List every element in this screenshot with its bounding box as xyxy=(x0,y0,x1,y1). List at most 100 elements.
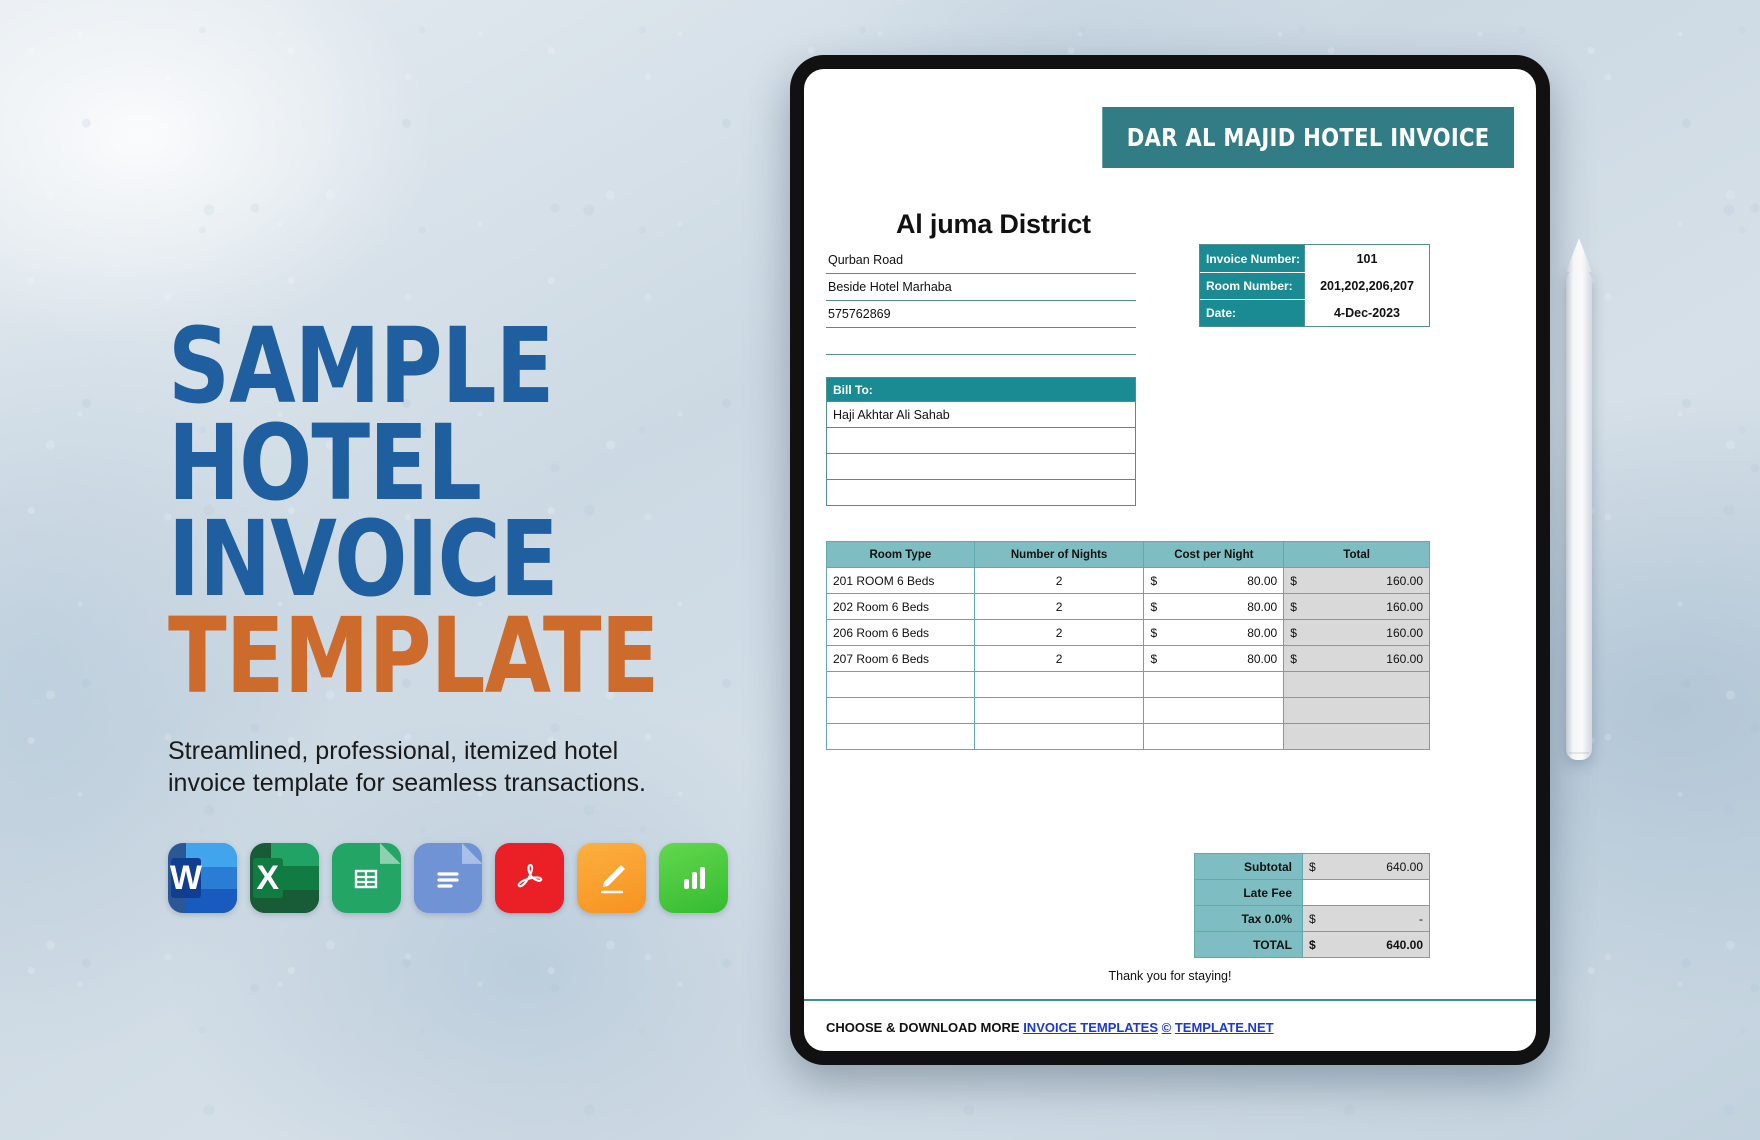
bill-to-label: Bill To: xyxy=(827,378,1135,401)
currency-symbol: $ xyxy=(1150,573,1158,588)
totals-value[interactable]: $640.00 xyxy=(1302,931,1430,958)
address-line[interactable]: 575762869 xyxy=(826,301,1136,328)
cell-total[interactable]: $160.00 xyxy=(1283,619,1430,646)
thank-you-message: Thank you for staying! xyxy=(1108,969,1232,983)
promo-panel: SAMPLE HOTEL INVOICE TEMPLATE Streamline… xyxy=(168,314,729,913)
app-format-icons: W X xyxy=(168,842,729,913)
column-header-nights: Number of Nights xyxy=(973,541,1145,568)
cell-nights[interactable]: 2 xyxy=(973,619,1145,646)
total-value: 160.00 xyxy=(1386,625,1423,640)
cell-nights[interactable]: 2 xyxy=(973,567,1145,594)
meta-row: Invoice Number: 101 xyxy=(1200,245,1429,272)
totals-row-subtotal: Subtotal $640.00 xyxy=(1194,853,1430,880)
attribution-bar: CHOOSE & DOWNLOAD MORE INVOICE TEMPLATES… xyxy=(826,1020,1274,1035)
totals-label: Tax 0.0% xyxy=(1194,905,1303,932)
total-value: 160.00 xyxy=(1386,573,1423,588)
cell-cost[interactable] xyxy=(1143,671,1285,698)
cell-nights[interactable] xyxy=(973,697,1145,724)
currency-symbol: $ xyxy=(1290,625,1297,640)
total-value: 160.00 xyxy=(1386,651,1423,666)
headline-accent-template: TEMPLATE xyxy=(168,595,659,718)
table-row[interactable]: 202 Room 6 Beds 2 $80.00 $160.00 xyxy=(826,593,1430,620)
cell-room-type[interactable]: 201 ROOM 6 Beds xyxy=(826,567,975,594)
line-items-table: Room Type Number of Nights Cost per Nigh… xyxy=(826,541,1430,750)
stylus-pen xyxy=(1566,268,1592,760)
amount: 640.00 xyxy=(1386,859,1423,874)
totals-value[interactable]: $640.00 xyxy=(1302,853,1430,880)
bill-to-line[interactable] xyxy=(827,479,1135,505)
invoice-templates-link[interactable]: INVOICE TEMPLATES xyxy=(1023,1020,1158,1035)
cell-room-type[interactable] xyxy=(826,697,975,724)
cell-total[interactable]: $160.00 xyxy=(1283,593,1430,620)
table-header-row: Room Type Number of Nights Cost per Nigh… xyxy=(826,541,1430,568)
meta-value[interactable]: 101 xyxy=(1304,245,1429,272)
cell-nights[interactable]: 2 xyxy=(973,645,1145,672)
table-row-empty[interactable] xyxy=(826,723,1430,750)
cell-cost[interactable] xyxy=(1143,723,1285,750)
headline-line-2: HOTEL xyxy=(168,401,482,524)
word-icon[interactable]: W xyxy=(168,842,237,913)
apple-numbers-icon[interactable] xyxy=(659,842,729,913)
totals-label: Late Fee xyxy=(1194,879,1303,906)
cell-room-type[interactable] xyxy=(826,723,975,750)
footer-divider xyxy=(804,999,1536,1001)
address-line[interactable]: Qurban Road xyxy=(826,247,1136,274)
cell-total[interactable] xyxy=(1283,723,1430,750)
template-net-link[interactable]: TEMPLATE.NET xyxy=(1175,1020,1274,1035)
meta-label: Date: xyxy=(1200,300,1304,326)
column-header-total: Total xyxy=(1283,541,1430,568)
meta-value[interactable]: 201,202,206,207 xyxy=(1304,273,1429,299)
cell-nights[interactable]: 2 xyxy=(973,593,1145,620)
address-line[interactable] xyxy=(826,328,1136,355)
meta-value[interactable]: 4-Dec-2023 xyxy=(1304,300,1429,326)
totals-row-late-fee: Late Fee xyxy=(1194,879,1430,906)
pdf-icon[interactable] xyxy=(495,842,565,913)
currency-symbol: $ xyxy=(1290,573,1297,588)
bill-to-block: Bill To: Haji Akhtar Ali Sahab xyxy=(826,377,1136,506)
totals-row-tax: Tax 0.0% $ - xyxy=(1194,905,1430,932)
address-line[interactable]: Beside Hotel Marhaba xyxy=(826,274,1136,301)
bill-to-line[interactable]: Haji Akhtar Ali Sahab xyxy=(827,401,1135,427)
currency-symbol: $ xyxy=(1150,651,1158,666)
promo-headline: SAMPLE HOTEL INVOICE TEMPLATE xyxy=(168,314,683,718)
excel-icon[interactable]: X xyxy=(249,842,319,913)
cell-total[interactable]: $160.00 xyxy=(1283,567,1430,594)
company-name: Al juma District xyxy=(896,209,1091,239)
cell-total[interactable]: $160.00 xyxy=(1283,645,1430,672)
cost-value: 80.00 xyxy=(1247,651,1278,666)
cell-room-type[interactable]: 207 Room 6 Beds xyxy=(826,645,975,672)
cell-room-type[interactable]: 202 Room 6 Beds xyxy=(826,593,975,620)
google-sheets-icon[interactable] xyxy=(331,842,401,913)
totals-row-grand-total: TOTAL $640.00 xyxy=(1194,931,1430,958)
address-block: Qurban Road Beside Hotel Marhaba 5757628… xyxy=(826,247,1136,355)
cell-cost[interactable]: $80.00 xyxy=(1143,645,1285,672)
table-row-empty[interactable] xyxy=(826,697,1430,724)
table-row-empty[interactable] xyxy=(826,671,1430,698)
totals-value[interactable]: $ - xyxy=(1302,905,1430,932)
invoice-banner-title: DAR AL MAJID HOTEL INVOICE xyxy=(1102,107,1514,168)
cell-cost[interactable] xyxy=(1143,697,1285,724)
cell-room-type[interactable] xyxy=(826,671,975,698)
currency-symbol: $ xyxy=(1290,651,1297,666)
table-row[interactable]: 206 Room 6 Beds 2 $80.00 $160.00 xyxy=(826,619,1430,646)
google-docs-icon[interactable] xyxy=(413,842,483,913)
bill-to-line[interactable] xyxy=(827,427,1135,453)
cell-total[interactable] xyxy=(1283,697,1430,724)
currency-symbol: $ xyxy=(1309,859,1316,874)
currency-symbol: $ xyxy=(1150,599,1158,614)
meta-row: Room Number: 201,202,206,207 xyxy=(1200,272,1429,299)
cell-nights[interactable] xyxy=(973,671,1145,698)
cell-cost[interactable]: $80.00 xyxy=(1143,567,1285,594)
table-row[interactable]: 207 Room 6 Beds 2 $80.00 $160.00 xyxy=(826,645,1430,672)
apple-pages-icon[interactable] xyxy=(577,842,647,913)
cell-cost[interactable]: $80.00 xyxy=(1143,593,1285,620)
table-row[interactable]: 201 ROOM 6 Beds 2 $80.00 $160.00 xyxy=(826,567,1430,594)
bill-to-line[interactable] xyxy=(827,453,1135,479)
totals-value[interactable] xyxy=(1302,879,1430,906)
currency-symbol: $ xyxy=(1290,599,1297,614)
cell-nights[interactable] xyxy=(973,723,1145,750)
cell-cost[interactable]: $80.00 xyxy=(1143,619,1285,646)
cell-total[interactable] xyxy=(1283,671,1430,698)
cell-room-type[interactable]: 206 Room 6 Beds xyxy=(826,619,975,646)
column-header-cost: Cost per Night xyxy=(1143,541,1285,568)
